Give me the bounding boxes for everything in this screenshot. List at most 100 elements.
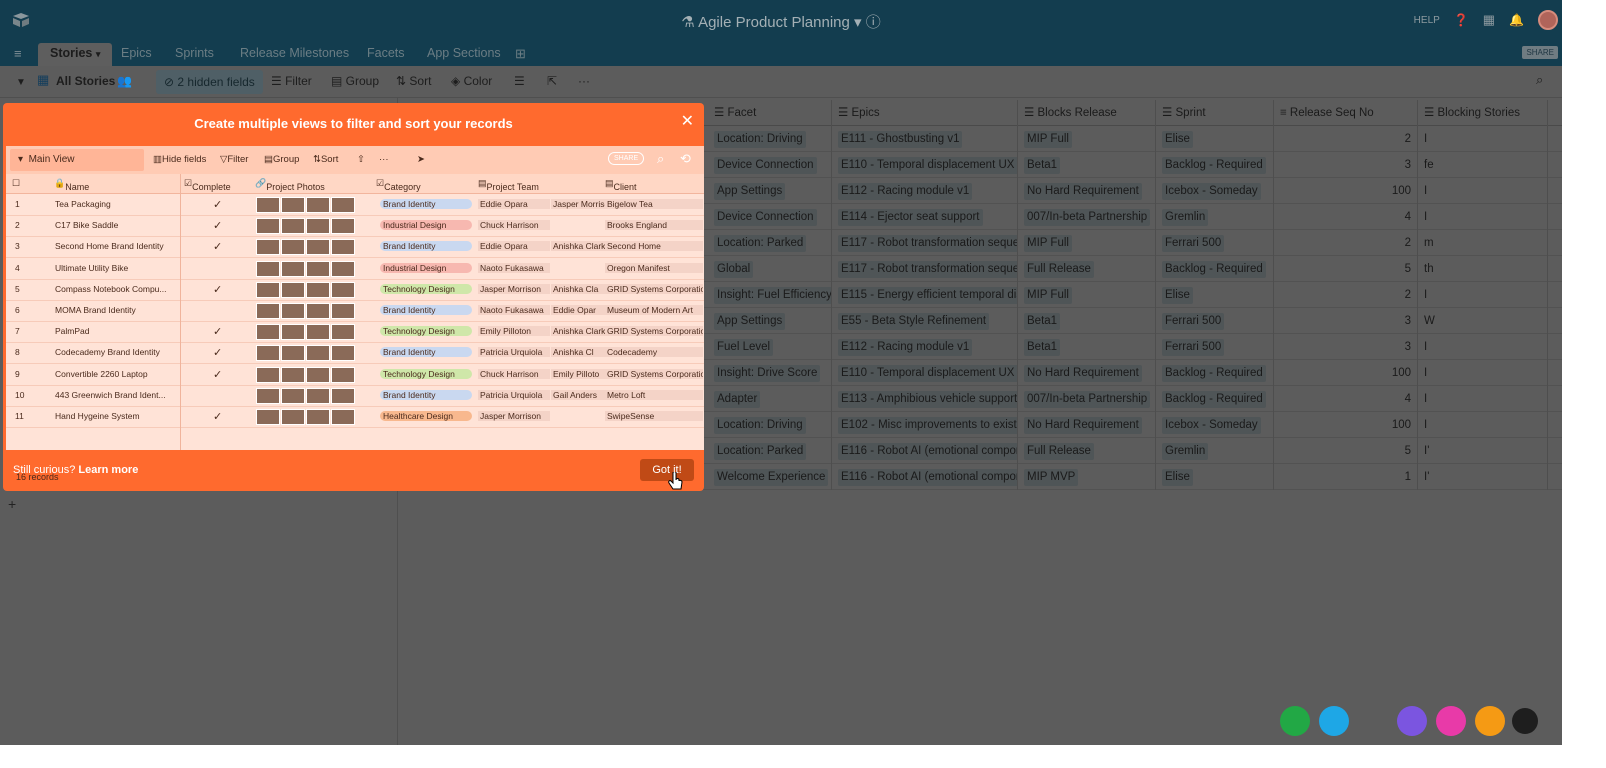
view-name[interactable]: All Stories <box>56 74 115 88</box>
cell-sprint[interactable]: Ferrari 500 <box>1156 230 1274 256</box>
cell-sprint[interactable]: Icebox - Someday <box>1156 178 1274 204</box>
cell-blocking-stories[interactable]: I <box>1418 360 1548 386</box>
column-header-blocks-release[interactable]: ☰ Blocks Release <box>1018 100 1156 126</box>
cell-release-seq-no[interactable]: 3 <box>1274 152 1418 178</box>
cell-epic[interactable]: E117 - Robot transformation sequence <box>832 256 1018 282</box>
cell-release-seq-no[interactable]: 1 <box>1274 464 1418 490</box>
cell-epic[interactable]: E111 - Ghostbusting v1 <box>832 126 1018 152</box>
share-view-icon[interactable]: ⇱ <box>547 74 557 88</box>
color-button[interactable]: ◈ Color <box>451 74 492 88</box>
tab-facets[interactable]: Facets <box>367 43 405 66</box>
cell-blocks-release[interactable]: MIP MVP <box>1018 464 1156 490</box>
column-header-epics[interactable]: ☰ Epics <box>832 100 1018 126</box>
fab-collapse-icon[interactable] <box>1512 708 1538 734</box>
cell-sprint[interactable]: Ferrari 500 <box>1156 334 1274 360</box>
cell-blocks-release[interactable]: MIP Full <box>1018 282 1156 308</box>
filter-button[interactable]: ☰ Filter <box>271 74 312 88</box>
tab-sprints[interactable]: Sprints <box>175 43 214 66</box>
base-title[interactable]: ⚗ Agile Product Planning ▾ ⓘ <box>0 11 1562 32</box>
cell-sprint[interactable]: Backlog - Required <box>1156 360 1274 386</box>
cell-facet[interactable]: App Settings <box>708 178 832 204</box>
cell-blocks-release[interactable]: No Hard Requirement <box>1018 360 1156 386</box>
cell-facet[interactable]: Insight: Fuel Efficiency <box>708 282 832 308</box>
tab-app-sections[interactable]: App Sections <box>427 43 501 66</box>
cell-sprint[interactable]: Icebox - Someday <box>1156 412 1274 438</box>
cell-epic[interactable]: E55 - Beta Style Refinement <box>832 308 1018 334</box>
column-header-facet[interactable]: ☰ Facet <box>708 100 832 126</box>
cell-blocks-release[interactable]: MIP Full <box>1018 230 1156 256</box>
cell-blocks-release[interactable]: MIP Full <box>1018 126 1156 152</box>
hamburger-menu-icon[interactable]: ≡ <box>14 46 22 61</box>
cell-facet[interactable]: Fuel Level <box>708 334 832 360</box>
cell-sprint[interactable]: Backlog - Required <box>1156 152 1274 178</box>
help-icon[interactable]: ❓ <box>1454 13 1469 27</box>
cell-blocking-stories[interactable]: I <box>1418 282 1548 308</box>
cell-release-seq-no[interactable]: 100 <box>1274 178 1418 204</box>
cell-epic[interactable]: E102 - Misc improvements to existing <box>832 412 1018 438</box>
cell-blocking-stories[interactable]: m <box>1418 230 1548 256</box>
cell-sprint[interactable]: Ferrari 500 <box>1156 308 1274 334</box>
row-height-icon[interactable]: ☰ <box>514 74 525 88</box>
sort-button[interactable]: ⇅ Sort <box>396 74 431 88</box>
cell-facet[interactable]: Device Connection <box>708 152 832 178</box>
help-link[interactable]: HELP <box>1414 15 1440 26</box>
cell-blocks-release[interactable]: Beta1 <box>1018 334 1156 360</box>
cell-blocks-release[interactable]: 007/In-beta Partnership <box>1018 204 1156 230</box>
cell-blocks-release[interactable]: No Hard Requirement <box>1018 412 1156 438</box>
cell-sprint[interactable]: Backlog - Required <box>1156 386 1274 412</box>
cell-facet[interactable]: Global <box>708 256 832 282</box>
more-options-button[interactable]: ··· <box>578 74 590 88</box>
cell-epic[interactable]: E116 - Robot AI (emotional componer <box>832 464 1018 490</box>
cell-blocking-stories[interactable]: I <box>1418 412 1548 438</box>
cell-release-seq-no[interactable]: 5 <box>1274 438 1418 464</box>
hidden-fields-button[interactable]: ⊘ 2 hidden fields <box>156 70 263 94</box>
cell-blocking-stories[interactable]: th <box>1418 256 1548 282</box>
cell-release-seq-no[interactable]: 5 <box>1274 256 1418 282</box>
cell-blocking-stories[interactable]: I' <box>1418 464 1548 490</box>
cell-facet[interactable]: Location: Parked <box>708 230 832 256</box>
got-it-button[interactable]: Got it! <box>640 459 694 481</box>
cell-epic[interactable]: E112 - Racing module v1 <box>832 178 1018 204</box>
cell-blocking-stories[interactable]: I <box>1418 126 1548 152</box>
cell-sprint[interactable]: Gremlin <box>1156 438 1274 464</box>
title-dropdown-icon[interactable]: ▾ <box>850 14 862 31</box>
cell-release-seq-no[interactable]: 4 <box>1274 204 1418 230</box>
tab-epics[interactable]: Epics <box>121 43 152 66</box>
info-icon[interactable]: ⓘ <box>862 14 881 31</box>
column-header-blocking-stories[interactable]: ☰ Blocking Stories <box>1418 100 1548 126</box>
cell-facet[interactable]: Location: Driving <box>708 126 832 152</box>
cell-epic[interactable]: E116 - Robot AI (emotional componer <box>832 438 1018 464</box>
search-icon[interactable]: ⌕ <box>1536 72 1543 88</box>
cell-blocking-stories[interactable]: I <box>1418 334 1548 360</box>
close-icon[interactable]: ✕ <box>681 111 694 131</box>
cell-epic[interactable]: E113 - Amphibious vehicle support <box>832 386 1018 412</box>
fab-more-icon[interactable] <box>1475 706 1505 736</box>
learn-more-link[interactable]: Learn more <box>78 464 138 476</box>
cell-release-seq-no[interactable]: 100 <box>1274 360 1418 386</box>
fab-blue-apps-icon[interactable] <box>1319 706 1349 736</box>
cell-epic[interactable]: E117 - Robot transformation sequence <box>832 230 1018 256</box>
cell-blocks-release[interactable]: Full Release <box>1018 438 1156 464</box>
view-collapse-icon[interactable]: ▼ <box>16 77 26 88</box>
cell-facet[interactable]: Location: Parked <box>708 438 832 464</box>
tab-release-milestones[interactable]: Release Milestones <box>240 43 349 66</box>
add-record-icon[interactable]: + <box>8 496 16 512</box>
cell-release-seq-no[interactable]: 3 <box>1274 308 1418 334</box>
cell-facet[interactable]: Location: Driving <box>708 412 832 438</box>
cell-facet[interactable]: Adapter <box>708 386 832 412</box>
tab-dropdown-icon[interactable]: ▾ <box>96 49 101 59</box>
column-header-sprint[interactable]: ☰ Sprint <box>1156 100 1274 126</box>
fab-list-icon[interactable] <box>1397 706 1427 736</box>
cell-blocking-stories[interactable]: I <box>1418 204 1548 230</box>
cell-facet[interactable]: App Settings <box>708 308 832 334</box>
cell-epic[interactable]: E110 - Temporal displacement UX refi <box>832 360 1018 386</box>
fab-green-resize-icon[interactable] <box>1280 706 1310 736</box>
cell-facet[interactable]: Welcome Experience <box>708 464 832 490</box>
cell-blocks-release[interactable]: 007/In-beta Partnership <box>1018 386 1156 412</box>
apps-grid-icon[interactable]: ▦ <box>1483 12 1495 28</box>
group-button[interactable]: ▤ Group <box>331 74 379 88</box>
add-table-icon[interactable]: ⊞ <box>515 43 526 66</box>
cell-epic[interactable]: E112 - Racing module v1 <box>832 334 1018 360</box>
cell-sprint[interactable]: Elise <box>1156 282 1274 308</box>
cell-epic[interactable]: E110 - Temporal displacement UX refi <box>832 152 1018 178</box>
